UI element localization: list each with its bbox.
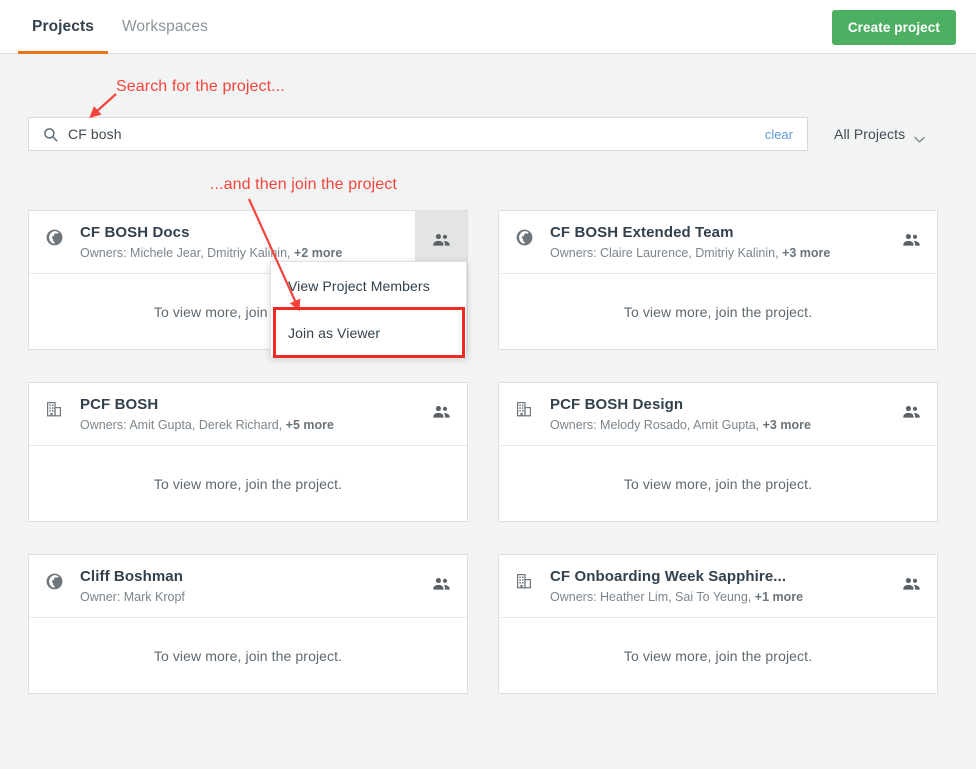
people-icon: [431, 574, 452, 598]
project-card-header: PCF BOSH Design Owners: Melody Rosado, A…: [499, 383, 937, 446]
people-icon: [901, 230, 922, 254]
globe-icon: [46, 573, 63, 590]
project-card[interactable]: Cliff Boshman Owner: Mark Kropf To view …: [28, 554, 468, 694]
annotation-note-search: Search for the project...: [116, 78, 285, 95]
project-card-title-block: CF BOSH Extended Team Owners: Claire Lau…: [550, 223, 888, 262]
menu-item-join-as-viewer[interactable]: Join as Viewer: [271, 309, 466, 356]
project-owners: Owners: Michele Jear, Dmitriy Kalinin, +…: [80, 244, 342, 262]
project-owners-label: Owners:: [550, 417, 597, 432]
project-owners-more: +5 more: [285, 417, 334, 432]
clear-search-link[interactable]: clear: [765, 127, 793, 142]
project-filter-value: All Projects: [834, 126, 906, 142]
people-icon: [431, 230, 452, 254]
project-owners-names: Michele Jear, Dmitriy Kalinin,: [130, 245, 291, 260]
project-owners-label: Owner:: [80, 589, 121, 604]
project-members-dropdown: View Project Members Join as Viewer: [270, 261, 467, 357]
search-input-value: CF bosh: [68, 126, 122, 142]
project-card-body-text: To view more, join the project.: [623, 303, 813, 320]
main-tabs: Projects Workspaces: [18, 0, 222, 54]
building-icon: [516, 573, 533, 590]
project-members-button[interactable]: [885, 211, 937, 273]
project-title: CF Onboarding Week Sapphire...: [550, 567, 787, 585]
project-card-body-text: To view more, join the project.: [623, 475, 813, 492]
project-title: Cliff Boshman: [80, 567, 183, 585]
project-card-body: To view more, join the project.: [499, 274, 937, 349]
project-members-button[interactable]: [885, 383, 937, 445]
create-project-button[interactable]: Create project: [831, 10, 956, 45]
menu-item-view-project-members[interactable]: View Project Members: [271, 262, 466, 309]
project-owners-names: Claire Laurence, Dmitriy Kalinin,: [600, 245, 779, 260]
search-icon: [43, 127, 58, 142]
project-filter-select[interactable]: All Projects: [834, 117, 925, 151]
project-members-button[interactable]: [415, 383, 467, 445]
project-card-body: To view more, join the project.: [29, 618, 467, 693]
project-title: CF BOSH Docs: [80, 223, 190, 241]
project-card-body: To view more, join the project.: [29, 446, 467, 521]
project-card-title-block: PCF BOSH Owners: Amit Gupta, Derek Richa…: [80, 395, 392, 434]
project-owners-label: Owners:: [550, 245, 597, 260]
building-icon: [516, 401, 533, 418]
project-owners-label: Owners:: [80, 245, 127, 260]
project-owners: Owner: Mark Kropf: [80, 588, 185, 606]
project-card[interactable]: PCF BOSH Owners: Amit Gupta, Derek Richa…: [28, 382, 468, 522]
tab-projects-label: Projects: [32, 18, 94, 35]
project-owners-more: +3 more: [782, 245, 831, 260]
people-icon: [901, 402, 922, 426]
project-members-button[interactable]: [415, 555, 467, 617]
search-input[interactable]: CF bosh clear: [28, 117, 808, 151]
globe-icon: [516, 229, 533, 246]
chevron-down-icon: [914, 131, 925, 143]
project-card-header: Cliff Boshman Owner: Mark Kropf: [29, 555, 467, 618]
tab-projects[interactable]: Projects: [18, 0, 108, 54]
project-card-title-block: CF Onboarding Week Sapphire... Owners: H…: [550, 567, 861, 606]
globe-icon: [46, 229, 63, 246]
project-owners-names: Amit Gupta, Derek Richard,: [129, 417, 283, 432]
project-card-body: To view more, join the project.: [499, 446, 937, 521]
project-title: CF BOSH Extended Team: [550, 223, 734, 241]
app-header: Projects Workspaces Create project: [0, 0, 976, 54]
tab-workspaces[interactable]: Workspaces: [108, 0, 222, 54]
project-owners-more: +2 more: [293, 245, 343, 260]
project-card-body-text: To view more, join the project.: [153, 647, 343, 664]
project-title: PCF BOSH: [80, 395, 159, 413]
project-owners-names: Melody Rosado, Amit Gupta,: [600, 417, 760, 432]
project-card-header: CF BOSH Extended Team Owners: Claire Lau…: [499, 211, 937, 274]
project-card-header: CF Onboarding Week Sapphire... Owners: H…: [499, 555, 937, 618]
building-icon: [46, 401, 63, 418]
project-owners-more: +1 more: [754, 589, 804, 604]
people-icon: [901, 574, 922, 598]
project-owners: Owners: Melody Rosado, Amit Gupta, +3 mo…: [550, 416, 811, 434]
project-card-body: To view more, join the project.: [499, 618, 937, 693]
annotation-note-join: ...and then join the project: [210, 176, 397, 193]
project-card-title-block: PCF BOSH Design Owners: Melody Rosado, A…: [550, 395, 869, 434]
project-card-title-block: CF BOSH Docs Owners: Michele Jear, Dmitr…: [80, 223, 400, 262]
project-owners: Owners: Claire Laurence, Dmitriy Kalinin…: [550, 244, 830, 262]
project-card[interactable]: CF BOSH Extended Team Owners: Claire Lau…: [498, 210, 938, 350]
tab-workspaces-label: Workspaces: [121, 18, 208, 35]
project-owners: Owners: Heather Lim, Sai To Yeung, +1 mo…: [550, 588, 803, 606]
project-owners: Owners: Amit Gupta, Derek Richard, +5 mo…: [80, 416, 334, 434]
project-title: PCF BOSH Design: [550, 395, 684, 413]
project-card-body-text: To view more, join the project.: [623, 647, 813, 664]
project-card-title-block: Cliff Boshman Owner: Mark Kropf: [80, 567, 243, 606]
project-owners-more: +3 more: [762, 417, 811, 432]
project-owners-label: Owners:: [550, 589, 597, 604]
project-owners-label: Owners:: [80, 417, 127, 432]
project-owners-names: Mark Kropf: [123, 589, 185, 604]
project-members-button[interactable]: [885, 555, 937, 617]
project-card-header: PCF BOSH Owners: Amit Gupta, Derek Richa…: [29, 383, 467, 446]
search-row: CF bosh clear All Projects: [28, 117, 948, 151]
people-icon: [431, 402, 452, 426]
project-card-body-text: To view more, join the project.: [153, 475, 343, 492]
project-owners-names: Heather Lim, Sai To Yeung,: [600, 589, 752, 604]
project-card[interactable]: PCF BOSH Design Owners: Melody Rosado, A…: [498, 382, 938, 522]
project-card[interactable]: CF Onboarding Week Sapphire... Owners: H…: [498, 554, 938, 694]
